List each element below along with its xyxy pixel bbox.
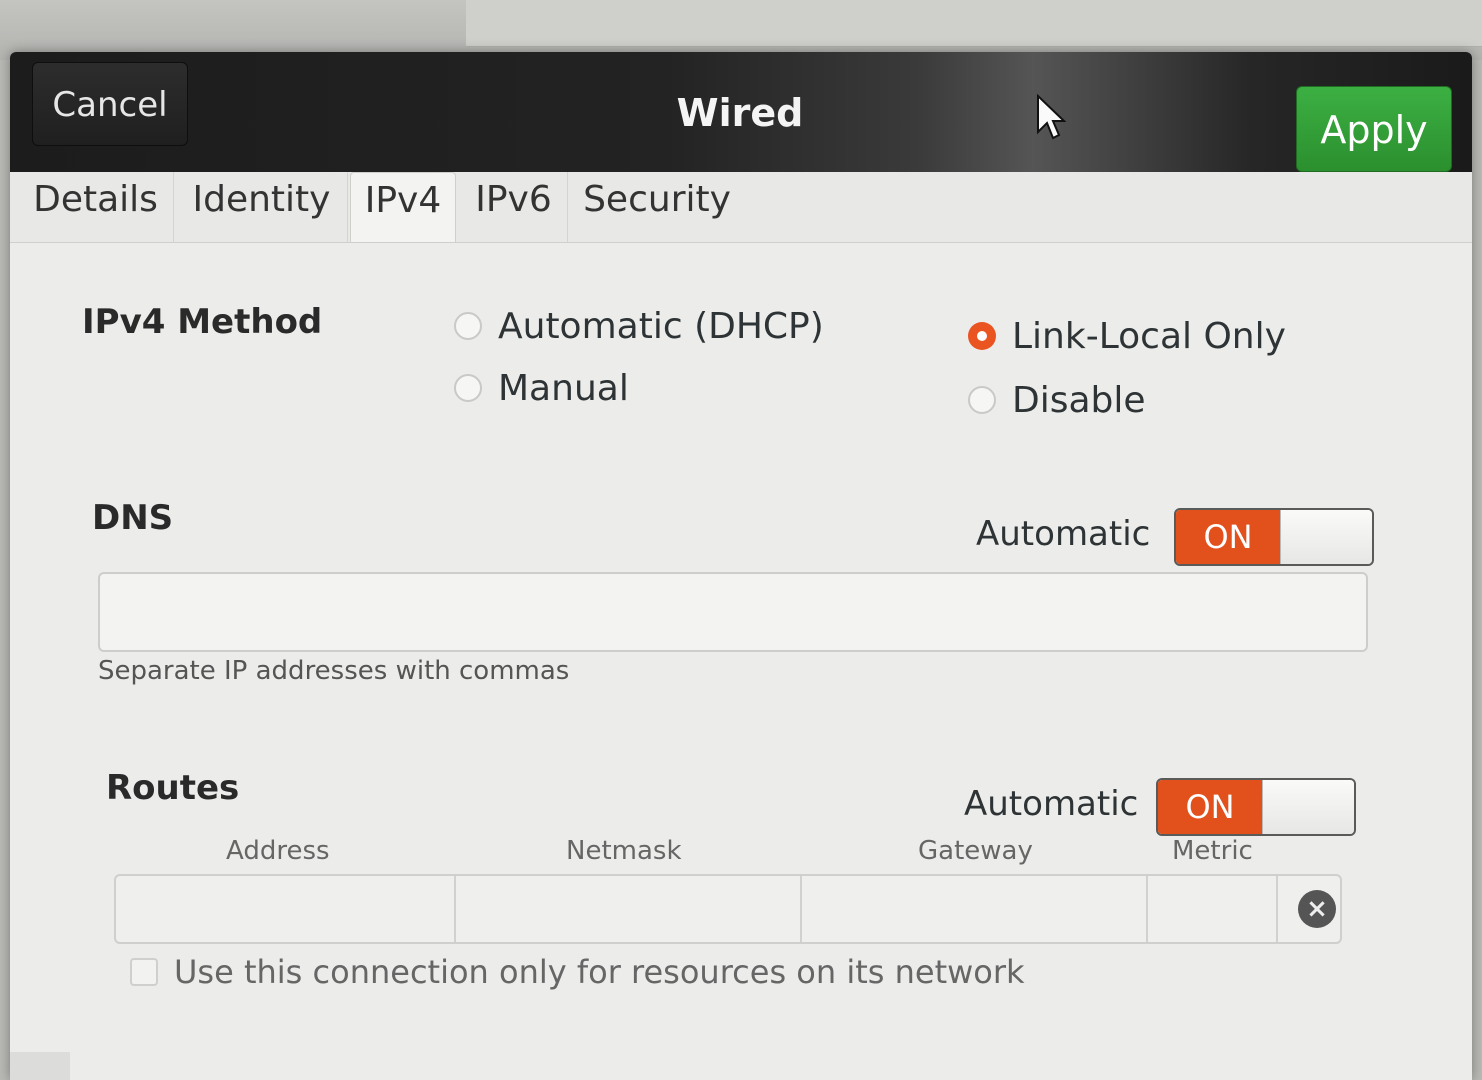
route-netmask-input[interactable] xyxy=(456,876,802,942)
switch-on-label: ON xyxy=(1158,780,1262,834)
radio-automatic-dhcp[interactable]: Automatic (DHCP) xyxy=(454,304,824,348)
route-entry-row: × xyxy=(114,874,1342,944)
column-header-gateway: Gateway xyxy=(918,836,1033,866)
tab-identity[interactable]: Identity xyxy=(176,172,348,242)
switch-knob[interactable] xyxy=(1262,780,1354,834)
delete-route-icon[interactable]: × xyxy=(1298,890,1336,928)
radio-label: Disable xyxy=(1012,379,1146,421)
radio-indicator[interactable] xyxy=(454,374,482,402)
background-window-strip xyxy=(466,0,1482,47)
background-desktop xyxy=(0,0,1482,60)
radio-label: Manual xyxy=(498,367,629,409)
radio-disable[interactable]: Disable xyxy=(968,378,1146,422)
dns-automatic-switch[interactable]: ON xyxy=(1174,508,1374,566)
only-local-checkbox[interactable] xyxy=(130,958,158,986)
column-header-address: Address xyxy=(226,836,330,866)
route-metric-input[interactable] xyxy=(1148,876,1278,942)
tab-ipv6[interactable]: IPv6 xyxy=(460,172,568,242)
wired-settings-dialog: Cancel Wired Apply Details Identity IPv4… xyxy=(10,52,1472,1080)
radio-label: Link-Local Only xyxy=(1012,315,1286,357)
radio-link-local-only[interactable]: Link-Local Only xyxy=(968,314,1286,358)
route-address-input[interactable] xyxy=(116,876,456,942)
radio-indicator[interactable] xyxy=(454,312,482,340)
tab-bar: Details Identity IPv4 IPv6 Security xyxy=(10,172,1472,243)
routes-label: Routes xyxy=(106,768,240,808)
dialog-title: Wired xyxy=(676,91,804,135)
tab-details[interactable]: Details xyxy=(18,172,174,242)
routes-automatic-label: Automatic xyxy=(964,784,1139,824)
switch-on-label: ON xyxy=(1176,510,1280,564)
tab-ipv4[interactable]: IPv4 xyxy=(350,172,456,242)
column-header-metric: Metric xyxy=(1172,836,1253,866)
header-bar: Cancel Wired Apply xyxy=(10,52,1472,172)
apply-button[interactable]: Apply xyxy=(1296,86,1452,172)
only-local-resources-checkbox-row[interactable]: Use this connection only for resources o… xyxy=(130,948,1025,996)
route-gateway-input[interactable] xyxy=(802,876,1148,942)
dns-label: DNS xyxy=(92,498,174,538)
column-header-netmask: Netmask xyxy=(566,836,682,866)
dialog-edge-shade xyxy=(10,1052,70,1080)
radio-indicator-checked[interactable] xyxy=(968,322,996,350)
cancel-button[interactable]: Cancel xyxy=(32,62,188,146)
mouse-pointer-icon xyxy=(1037,94,1066,140)
radio-manual[interactable]: Manual xyxy=(454,366,629,410)
ipv4-method-label: IPv4 Method xyxy=(82,302,323,342)
radio-indicator[interactable] xyxy=(968,386,996,414)
dns-servers-input[interactable] xyxy=(98,572,1368,652)
tab-security[interactable]: Security xyxy=(572,172,742,242)
dns-hint-text: Separate IP addresses with commas xyxy=(98,656,570,686)
routes-automatic-switch[interactable]: ON xyxy=(1156,778,1356,836)
radio-label: Automatic (DHCP) xyxy=(498,305,824,347)
only-local-label: Use this connection only for resources o… xyxy=(174,953,1025,991)
switch-knob[interactable] xyxy=(1280,510,1372,564)
dns-automatic-label: Automatic xyxy=(976,514,1151,554)
